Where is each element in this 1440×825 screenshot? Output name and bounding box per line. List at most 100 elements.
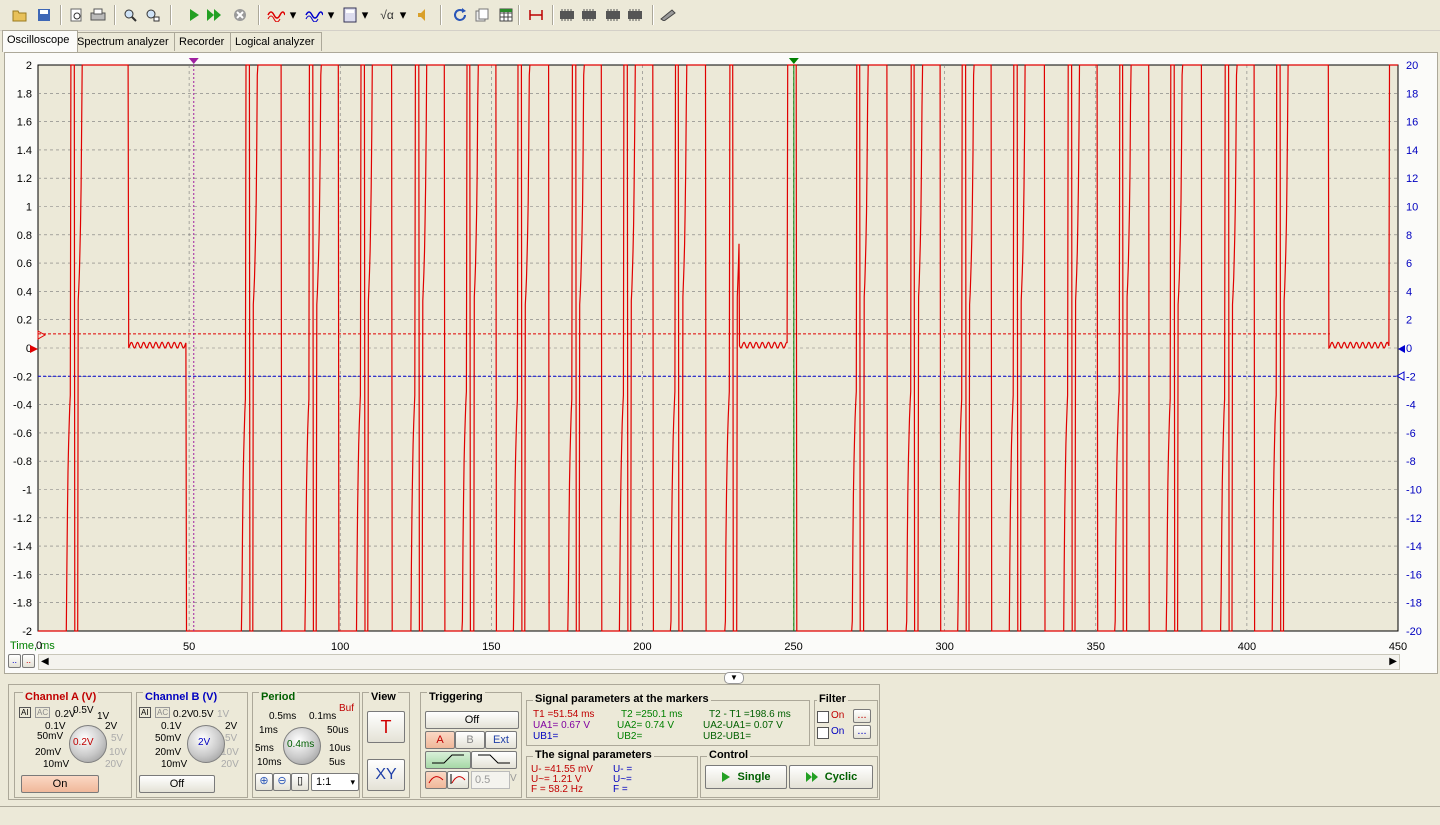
- chevron-down-icon[interactable]: ▾: [398, 5, 408, 25]
- range-label: 0.5V: [73, 705, 94, 716]
- x-origin-label: 0: [36, 640, 43, 652]
- zoom-fit-icon[interactable]: [142, 5, 162, 25]
- trigger-level-input[interactable]: 0.5: [471, 771, 510, 789]
- time-view-button[interactable]: T: [367, 711, 405, 743]
- chevron-down-icon[interactable]: ▾: [288, 5, 298, 25]
- refresh-icon[interactable]: [450, 5, 470, 25]
- signal-f-a: F = 58.2 Hz: [531, 784, 583, 795]
- channel-b-title: Channel B (V): [143, 691, 220, 703]
- signal-b-icon[interactable]: [304, 5, 324, 25]
- channel-a-ac-icon[interactable]: AC: [35, 707, 51, 718]
- range-label: 10us: [329, 743, 351, 754]
- scroll-right-icon[interactable]: ▶: [1389, 656, 1397, 667]
- channel-a-title: Channel A (V): [23, 691, 99, 703]
- filter-b-checkbox[interactable]: [817, 727, 829, 739]
- range-label: 50us: [327, 725, 349, 736]
- range-label: 5V: [111, 733, 124, 744]
- filter-b-settings-button[interactable]: ...: [853, 725, 871, 739]
- channel-b-range-value: 2V: [198, 737, 211, 748]
- tab-bar: Oscilloscope Spectrum analyzer Recorder …: [0, 30, 1440, 52]
- rising-edge-button[interactable]: [425, 751, 471, 769]
- range-label: 20V: [105, 759, 123, 770]
- range-label: 10mV: [43, 759, 70, 770]
- tab-oscilloscope[interactable]: Oscilloscope: [2, 30, 78, 52]
- trigger-auto-icon[interactable]: [425, 771, 447, 789]
- trigger-source-ext[interactable]: Ext: [485, 731, 517, 749]
- range-label: 5V: [225, 733, 238, 744]
- range-label: 50mV: [155, 733, 182, 744]
- signal-params-group: The signal parameters U- =41.55 mV U~= 1…: [526, 749, 698, 798]
- zoom-out-icon[interactable]: ⊖: [273, 773, 291, 791]
- range-label: 0.1V: [161, 721, 182, 732]
- pen-icon[interactable]: [658, 5, 678, 25]
- range-label: 5us: [329, 757, 346, 768]
- tab-spectrum-analyzer[interactable]: Spectrum analyzer: [72, 32, 180, 51]
- channel-b-group: Channel B (V) AI AC 0.2V 0.5V 1V 0.1V 2V…: [136, 691, 248, 798]
- trigger-source-a[interactable]: A: [425, 731, 455, 749]
- channel-b-dc-icon[interactable]: AI: [139, 707, 151, 718]
- marker-ub2: UB2=: [617, 731, 643, 742]
- ratio-select[interactable]: 1:1 ▾: [311, 773, 359, 791]
- zoom-out-x-button[interactable]: ..: [22, 654, 35, 668]
- chip2-icon[interactable]: [580, 5, 598, 25]
- ratio-value: 1:1: [316, 776, 332, 788]
- cyclic-button[interactable]: Cyclic: [789, 765, 873, 789]
- cyclic-label: Cyclic: [824, 771, 858, 783]
- chip4-icon[interactable]: [626, 5, 644, 25]
- chevron-down-icon[interactable]: ▾: [360, 5, 370, 25]
- audio-icon[interactable]: [412, 5, 432, 25]
- tab-recorder[interactable]: Recorder: [174, 32, 236, 51]
- filter-b-label: On: [831, 726, 845, 737]
- sqrt-icon[interactable]: √α: [376, 5, 398, 25]
- channel-a-dc-icon[interactable]: AI: [19, 707, 31, 718]
- signal-a-icon[interactable]: [266, 5, 286, 25]
- zoom-in-icon[interactable]: ⊕: [255, 773, 273, 791]
- print-icon[interactable]: [88, 5, 108, 25]
- open-icon[interactable]: [10, 5, 30, 25]
- horizontal-scrollbar[interactable]: ◀ ▶: [38, 654, 1400, 670]
- filter-title: Filter: [817, 693, 848, 705]
- zoom-icon[interactable]: [120, 5, 140, 25]
- channel-b-ac-icon[interactable]: AC: [155, 707, 171, 718]
- play-icon[interactable]: [184, 5, 204, 25]
- xy-view-button[interactable]: XY: [367, 759, 405, 791]
- period-title: Period: [259, 691, 298, 703]
- chevron-down-icon[interactable]: ▾: [326, 5, 336, 25]
- page-icon[interactable]: ▯: [291, 773, 309, 791]
- filter-a-checkbox[interactable]: [817, 711, 829, 723]
- channel-b-off-button[interactable]: Off: [139, 775, 215, 793]
- play-continuous-icon[interactable]: [204, 5, 224, 25]
- chip1-icon[interactable]: [558, 5, 576, 25]
- toolbar: ▾ ▾ ▾ √α ▾: [0, 0, 1440, 31]
- trigger-single-icon[interactable]: [447, 771, 469, 789]
- range-label: 20V: [221, 759, 239, 770]
- trigger-source-b[interactable]: B: [455, 731, 485, 749]
- range-label: 0.2V: [173, 709, 194, 720]
- stop-icon[interactable]: [230, 5, 250, 25]
- falling-edge-button[interactable]: [471, 751, 517, 769]
- print-preview-icon[interactable]: [66, 5, 86, 25]
- signal-f-b: F =: [613, 784, 628, 795]
- trigger-mode-button[interactable]: Off: [425, 711, 519, 729]
- range-label: 1ms: [259, 725, 278, 736]
- zoom-in-x-button[interactable]: ..: [8, 654, 21, 668]
- tab-logical-analyzer[interactable]: Logical analyzer: [230, 32, 322, 51]
- single-button[interactable]: Single: [705, 765, 787, 789]
- measure-icon[interactable]: [526, 5, 546, 25]
- markers-title: Signal parameters at the markers: [533, 693, 711, 705]
- copy-icon[interactable]: [472, 5, 492, 25]
- scroll-zoom-buttons: .. ..: [8, 654, 35, 668]
- chip3-icon[interactable]: [604, 5, 622, 25]
- filter-a-settings-button[interactable]: ...: [853, 709, 871, 723]
- range-label: 20mV: [155, 747, 182, 758]
- marker-dub: UB2-UB1=: [703, 731, 752, 742]
- range-label: 0.5V: [193, 709, 214, 720]
- collapse-panel-icon[interactable]: ▼: [724, 672, 744, 684]
- table-icon[interactable]: [496, 5, 516, 25]
- calculator-icon[interactable]: [340, 5, 360, 25]
- range-label: 50mV: [37, 731, 64, 742]
- channel-a-on-button[interactable]: On: [21, 775, 99, 793]
- range-label: 0.5ms: [269, 711, 297, 722]
- save-icon[interactable]: [34, 5, 54, 25]
- scroll-left-icon[interactable]: ◀: [41, 656, 49, 667]
